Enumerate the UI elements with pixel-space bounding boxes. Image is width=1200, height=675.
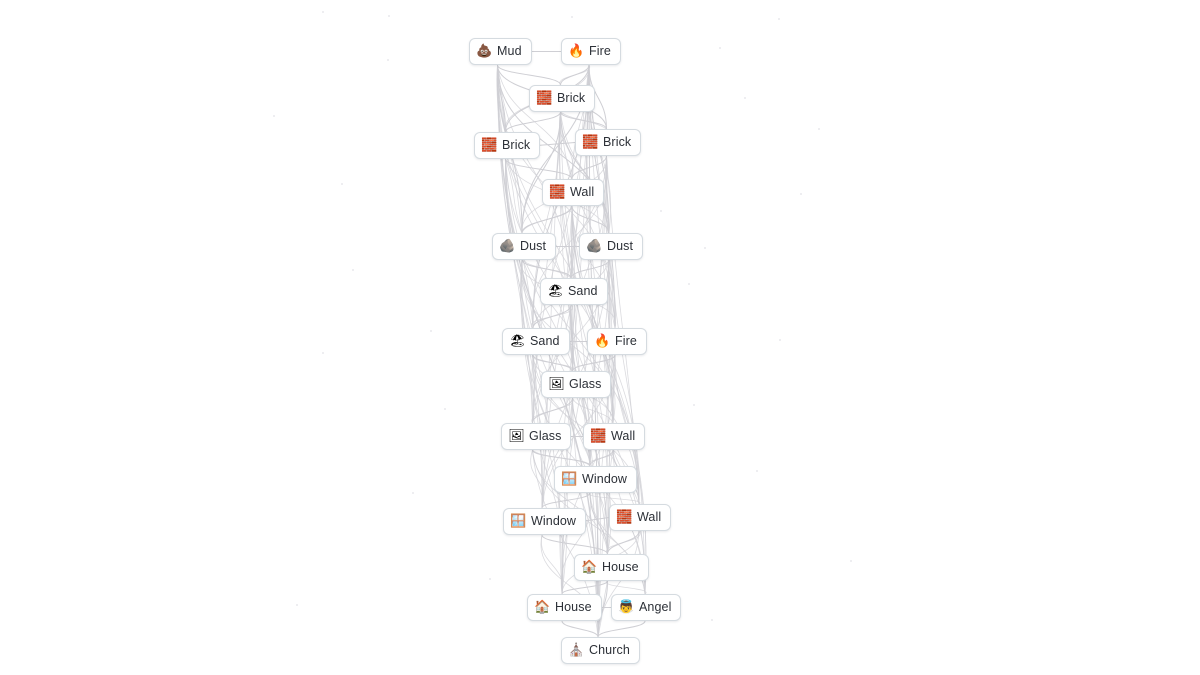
church-icon: ⛪ (568, 643, 585, 658)
node-glass-12[interactable]: 🖼 Glass (501, 423, 572, 450)
node-label: Angel (639, 600, 672, 615)
node-label: Brick (557, 91, 586, 106)
node-label: Church (589, 643, 630, 658)
node-window-15[interactable]: 🪟 Window (503, 508, 587, 535)
node-label: Wall (611, 429, 636, 444)
node-label: Wall (570, 185, 595, 200)
dust-icon: 🪨 (499, 239, 516, 254)
node-dust-6[interactable]: 🪨 Dust (492, 233, 557, 260)
dust-icon: 🪨 (586, 239, 603, 254)
node-brick-2[interactable]: 🧱 Brick (529, 85, 596, 112)
fire-icon: 🔥 (568, 44, 585, 59)
node-label: House (555, 600, 592, 615)
node-label: Fire (615, 334, 637, 349)
node-sand-9[interactable]: 🏖 Sand (502, 328, 570, 355)
node-label: House (602, 560, 639, 575)
brick-icon: 🧱 (590, 429, 607, 444)
node-label: Wall (637, 510, 662, 525)
node-wall-16[interactable]: 🧱 Wall (609, 504, 672, 531)
node-brick-4[interactable]: 🧱 Brick (575, 129, 642, 156)
house-icon: 🏠 (534, 600, 551, 615)
craft-tree-canvas[interactable]: 💩 Mud 🔥 Fire 🧱 Brick 🧱 Brick 🧱 Brick 🧱 Wall 🪨 Dust 🪨 Du… (0, 0, 1200, 675)
node-mud-0[interactable]: 💩 Mud (469, 38, 532, 65)
node-fire-1[interactable]: 🔥 Fire (561, 38, 621, 65)
node-glass-11[interactable]: 🖼 Glass (541, 371, 612, 398)
node-house-17[interactable]: 🏠 House (574, 554, 649, 581)
brick-icon: 🧱 (616, 510, 633, 525)
node-label: Dust (607, 239, 634, 254)
node-dust-7[interactable]: 🪨 Dust (579, 233, 644, 260)
node-house-18[interactable]: 🏠 House (527, 594, 602, 621)
window-icon: 🪟 (561, 472, 578, 487)
pile-of-poo-icon: 💩 (476, 44, 493, 59)
node-label: Dust (520, 239, 547, 254)
house-icon: 🏠 (581, 560, 598, 575)
node-label: Brick (502, 138, 531, 153)
node-label: Sand (530, 334, 560, 349)
node-brick-3[interactable]: 🧱 Brick (474, 132, 541, 159)
node-fire-10[interactable]: 🔥 Fire (587, 328, 647, 355)
framed-picture-icon: 🖼 (508, 429, 525, 444)
beach-icon: 🏖 (509, 334, 526, 349)
brick-icon: 🧱 (582, 135, 599, 150)
fire-icon: 🔥 (594, 334, 611, 349)
node-sand-8[interactable]: 🏖 Sand (540, 278, 608, 305)
node-window-14[interactable]: 🪟 Window (554, 466, 638, 493)
window-icon: 🪟 (510, 514, 527, 529)
node-church-20[interactable]: ⛪ Church (561, 637, 640, 664)
node-label: Window (531, 514, 577, 529)
node-label: Mud (497, 44, 522, 59)
node-label: Brick (603, 135, 632, 150)
brick-icon: 🧱 (481, 138, 498, 153)
node-angel-19[interactable]: 👼 Angel (611, 594, 682, 621)
beach-icon: 🏖 (547, 284, 564, 299)
node-wall-13[interactable]: 🧱 Wall (583, 423, 646, 450)
node-layer[interactable]: 💩 Mud 🔥 Fire 🧱 Brick 🧱 Brick 🧱 Brick 🧱 Wall 🪨 Dust 🪨 Du… (0, 0, 1200, 675)
node-label: Glass (529, 429, 562, 444)
node-label: Window (582, 472, 628, 487)
node-label: Fire (589, 44, 611, 59)
node-label: Glass (569, 377, 602, 392)
brick-icon: 🧱 (549, 185, 566, 200)
brick-icon: 🧱 (536, 91, 553, 106)
node-wall-5[interactable]: 🧱 Wall (542, 179, 605, 206)
node-label: Sand (568, 284, 598, 299)
framed-picture-icon: 🖼 (548, 377, 565, 392)
baby-angel-icon: 👼 (618, 600, 635, 615)
